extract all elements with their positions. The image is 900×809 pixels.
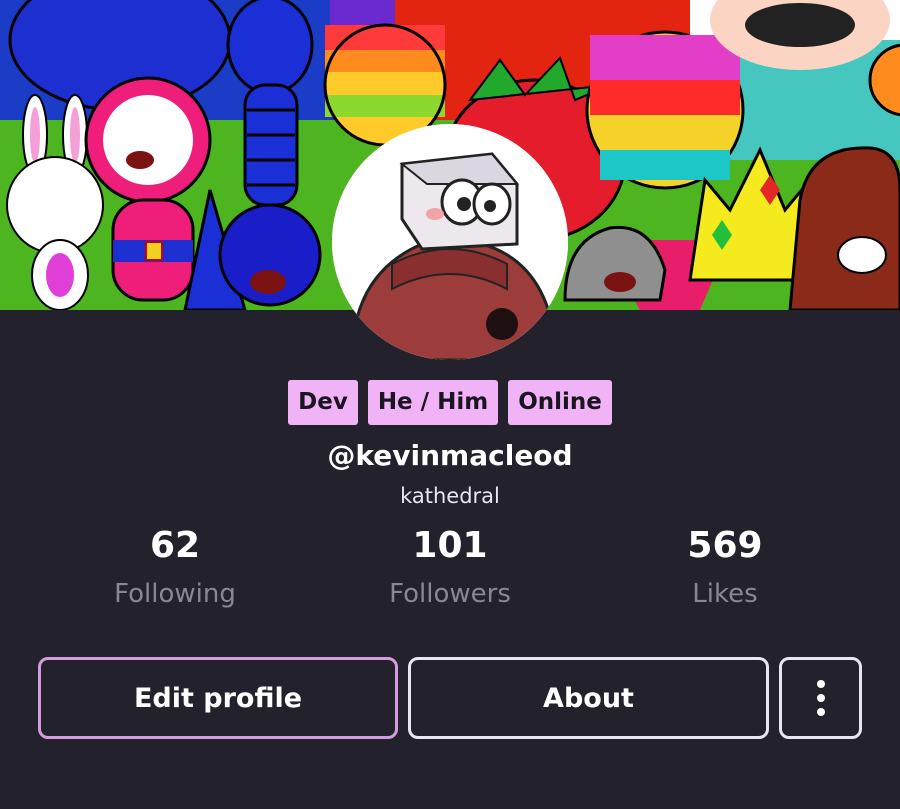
more-vertical-icon (816, 680, 825, 716)
profile-badges: Dev He / Him Online (0, 380, 900, 425)
stat-following[interactable]: 62 Following (75, 522, 275, 614)
stat-followers[interactable]: 101 Followers (350, 522, 550, 614)
edit-profile-button[interactable]: Edit profile (38, 657, 398, 739)
likes-count: 569 (687, 525, 763, 566)
stat-likes: 569 Likes (625, 522, 825, 614)
following-count: 62 (149, 525, 201, 566)
profile-handle: @kevinmacleod (327, 439, 573, 472)
likes-label: Likes (692, 579, 758, 609)
badge-online: Online (508, 380, 612, 425)
following-label: Following (114, 579, 236, 609)
followers-count: 101 (412, 525, 488, 566)
badge-pronouns: He / Him (367, 380, 499, 425)
profile-display-name: kathedral (400, 484, 500, 508)
about-label: About (543, 682, 634, 714)
badge-dev: Dev (288, 380, 358, 425)
profile-avatar[interactable] (332, 124, 568, 360)
edit-profile-label: Edit profile (133, 682, 303, 714)
about-button[interactable]: About (408, 657, 769, 739)
more-options-button[interactable] (779, 657, 862, 739)
followers-label: Followers (389, 579, 511, 609)
